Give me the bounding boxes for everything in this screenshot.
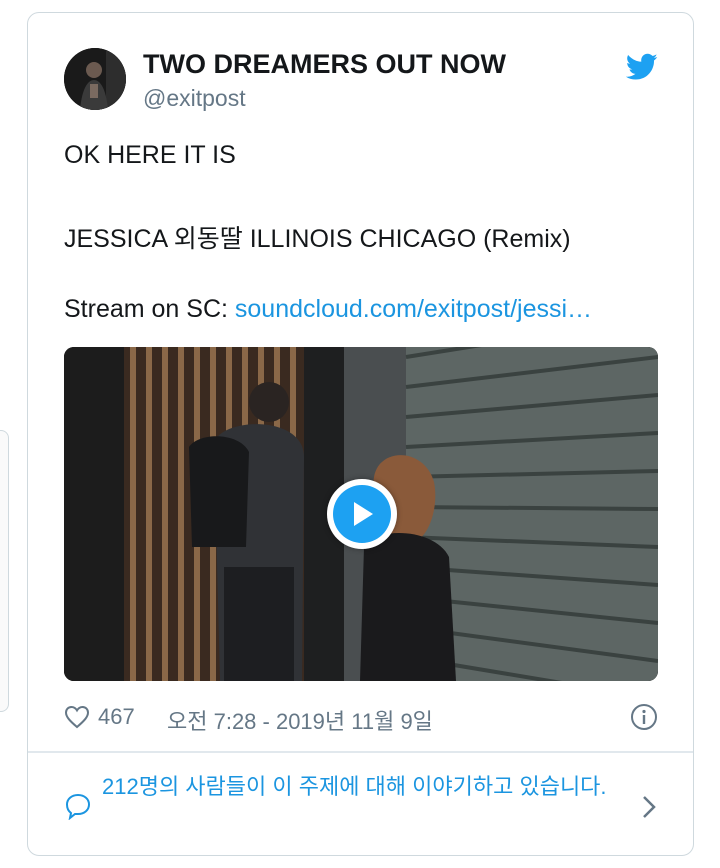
tweet-embed-card[interactable]: TWO DREAMERS OUT NOW @exitpost OK HERE I… — [27, 12, 694, 856]
divider — [28, 751, 693, 753]
play-icon — [354, 502, 373, 526]
soundcloud-link[interactable]: soundcloud.com/exitpost/jessi… — [235, 295, 592, 323]
info-icon[interactable] — [630, 703, 658, 731]
tweet-text-line: Stream on SC: soundcloud.com/exitpost/je… — [64, 295, 592, 324]
user-handle[interactable]: @exitpost — [143, 85, 246, 112]
chevron-right-icon[interactable] — [640, 794, 658, 820]
conversation-text[interactable]: 212명의 사람들이 이 주제에 대해 이야기하고 있습니다. — [102, 771, 622, 803]
display-name[interactable]: TWO DREAMERS OUT NOW — [143, 49, 506, 80]
tweet-text-line: JESSICA 외동딸 ILLINOIS CHICAGO (Remix) — [64, 225, 571, 253]
speech-bubble-icon — [65, 793, 91, 820]
tweet-timestamp[interactable]: 오전 7:28 - 2019년 11월 9일 — [167, 704, 433, 736]
tweet-meta-row: 467 오전 7:28 - 2019년 11월 9일 — [64, 703, 658, 736]
tweet-text-line: OK HERE IT IS — [64, 141, 236, 169]
twitter-bird-icon[interactable] — [626, 53, 658, 81]
stream-label: Stream on SC: — [64, 295, 235, 323]
heart-icon[interactable] — [64, 705, 90, 729]
side-panel-handle[interactable] — [0, 430, 9, 712]
play-button[interactable] — [327, 479, 397, 549]
conversation-link[interactable]: 212명의 사람들이 이 주제에 대해 이야기하고 있습니다. — [64, 768, 658, 842]
avatar[interactable] — [64, 48, 126, 110]
video-thumbnail[interactable] — [64, 347, 658, 681]
like-count[interactable]: 467 — [98, 704, 135, 730]
